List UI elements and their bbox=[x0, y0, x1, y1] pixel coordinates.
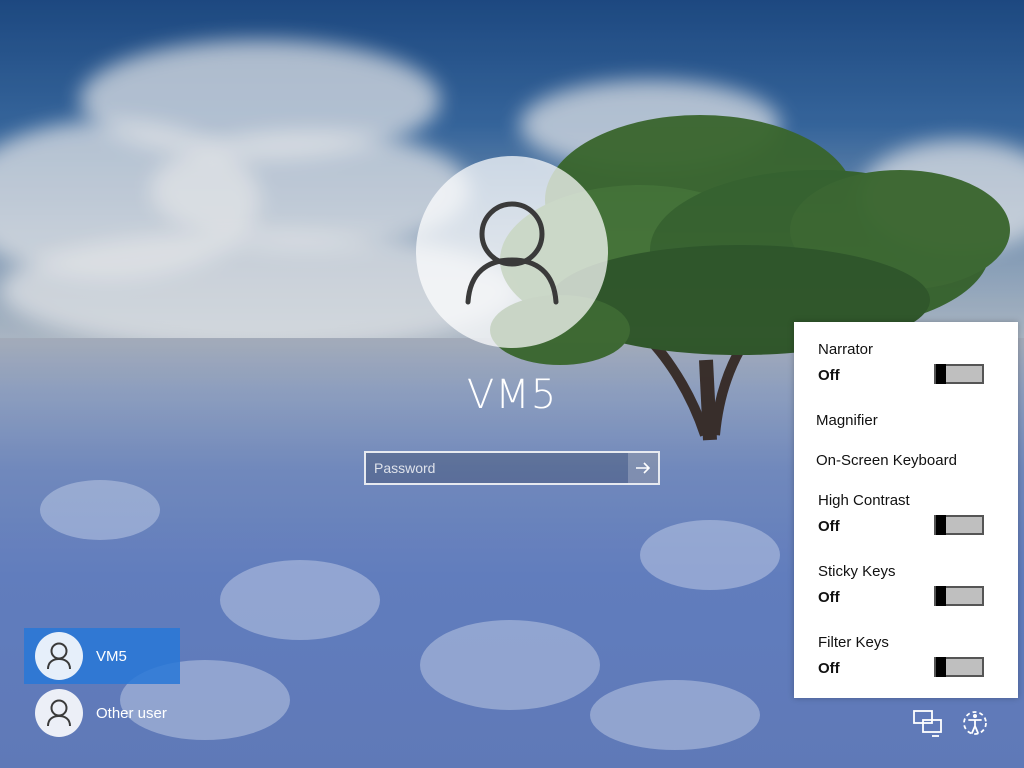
sticky-keys-toggle[interactable] bbox=[934, 586, 984, 606]
ease-of-access-icon bbox=[963, 711, 987, 735]
user-tile-other-user[interactable]: Other user bbox=[24, 685, 180, 741]
submit-button[interactable] bbox=[628, 453, 658, 483]
toggle-knob bbox=[936, 515, 946, 535]
username-heading: VM5 bbox=[466, 372, 558, 418]
network-button[interactable] bbox=[911, 706, 945, 740]
user-icon bbox=[47, 642, 71, 670]
toggle-knob bbox=[936, 657, 946, 677]
user-icon bbox=[465, 201, 559, 305]
arrow-right-icon bbox=[636, 462, 651, 474]
toggle-knob bbox=[936, 364, 946, 384]
high-contrast-label: High Contrast bbox=[818, 492, 910, 509]
password-input[interactable] bbox=[366, 453, 628, 483]
toggle-knob bbox=[936, 586, 946, 606]
user-avatar bbox=[35, 632, 83, 680]
user-avatar bbox=[35, 689, 83, 737]
filter-keys-state: Off bbox=[818, 660, 840, 677]
ease-of-access-button[interactable] bbox=[958, 706, 992, 740]
sticky-keys-state: Off bbox=[818, 589, 840, 606]
onscreen-keyboard-option[interactable]: On-Screen Keyboard bbox=[816, 452, 957, 469]
filter-keys-toggle[interactable] bbox=[934, 657, 984, 677]
magnifier-option[interactable]: Magnifier bbox=[816, 412, 878, 429]
high-contrast-state: Off bbox=[818, 518, 840, 535]
user-tile-label: VM5 bbox=[96, 647, 127, 665]
password-field[interactable] bbox=[364, 451, 660, 485]
user-icon bbox=[47, 699, 71, 727]
sticky-keys-label: Sticky Keys bbox=[818, 563, 896, 580]
filter-keys-label: Filter Keys bbox=[818, 634, 889, 651]
narrator-label: Narrator bbox=[818, 341, 874, 358]
user-tile-vm5[interactable]: VM5 bbox=[24, 628, 180, 684]
user-tile-label: Other user bbox=[96, 704, 167, 722]
narrator-toggle[interactable] bbox=[934, 364, 984, 384]
user-avatar-large bbox=[416, 156, 608, 348]
network-icon bbox=[913, 710, 942, 737]
narrator-state: Off bbox=[818, 367, 840, 384]
high-contrast-toggle[interactable] bbox=[934, 515, 984, 535]
ease-of-access-panel: Narrator Off Magnifier On-Screen Keyboar… bbox=[794, 322, 1018, 698]
